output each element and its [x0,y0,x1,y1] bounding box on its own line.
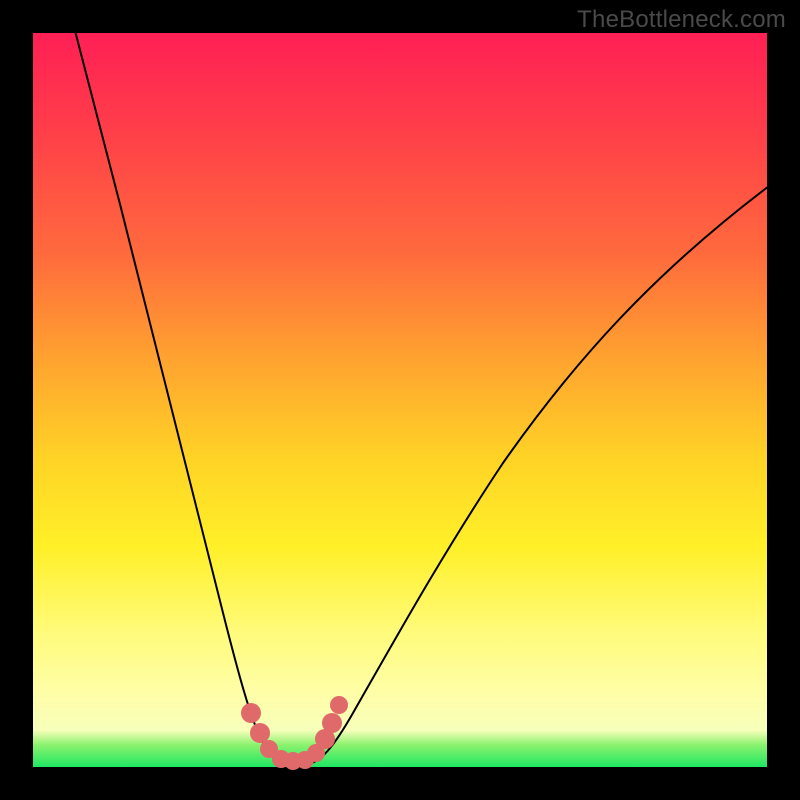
trough-marker [322,713,342,733]
chart-stage: TheBottleneck.com [0,0,800,800]
watermark-text: TheBottleneck.com [577,6,786,34]
curve-right-arm [309,183,773,764]
trough-marker [330,696,348,714]
bottleneck-curve [33,33,767,767]
trough-marker [250,723,270,743]
curve-left-arm [73,23,285,764]
trough-marker [241,703,261,723]
plot-area [33,33,767,767]
